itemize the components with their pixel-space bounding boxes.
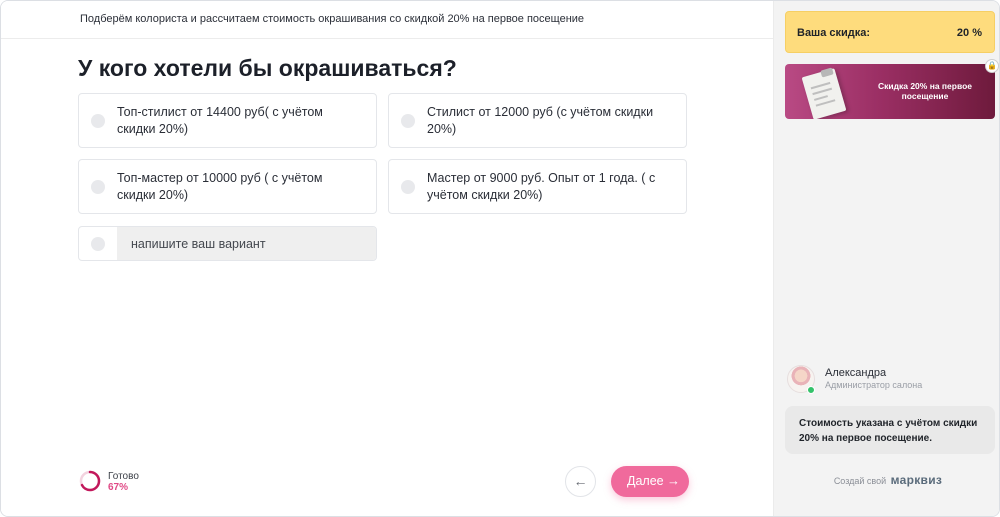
quiz-window: Подберём колориста и рассчитаем стоимост… xyxy=(0,0,1000,517)
discount-card: Ваша скидка: 20 % xyxy=(785,11,995,53)
option-top-stylist[interactable]: Топ-стилист от 14400 руб( с учётом скидк… xyxy=(78,93,377,148)
progress-label: Готово xyxy=(108,471,139,482)
option-custom[interactable] xyxy=(78,226,377,261)
next-button[interactable]: Далее → xyxy=(611,466,689,497)
header: Подберём колориста и рассчитаем стоимост… xyxy=(1,1,773,39)
option-master[interactable]: Мастер от 9000 руб. Опыт от 1 года. ( с … xyxy=(388,159,687,214)
made-with-link[interactable]: Создай свой марквиз xyxy=(774,471,999,489)
lock-icon: 🔒 xyxy=(985,59,999,73)
progress-indicator: Готово 67% xyxy=(79,470,199,494)
header-text: Подберём колориста и рассчитаем стоимост… xyxy=(80,13,585,25)
arrow-right-icon: → xyxy=(667,473,680,488)
next-button-label: Далее xyxy=(627,474,664,488)
question-title: У кого хотели бы окрашиваться? xyxy=(78,55,457,81)
back-button[interactable]: ← xyxy=(565,466,596,497)
radio-icon[interactable] xyxy=(91,180,105,194)
option-label: Топ-мастер от 10000 руб ( с учётом скидк… xyxy=(117,171,323,202)
message-bubble: Стоимость указана с учётом скидки 20% на… xyxy=(785,406,995,454)
discount-value: 20 % xyxy=(956,27,982,39)
custom-answer-input[interactable] xyxy=(117,227,376,260)
sidebar: Ваша скидка: 20 % Скидка 20% на первое п… xyxy=(773,1,999,516)
option-label: Стилист от 12000 руб (с учётом скидки 20… xyxy=(427,105,654,136)
manager-name: Александра xyxy=(825,367,887,379)
radio-icon[interactable] xyxy=(401,114,415,128)
progress-value: 67% xyxy=(108,482,129,493)
brand-logo: марквиз xyxy=(890,473,943,487)
option-stylist[interactable]: Стилист от 12000 руб (с учётом скидки 20… xyxy=(388,93,687,148)
discount-label: Ваша скидка: xyxy=(797,27,871,39)
message-text: Стоимость указана с учётом скидки 20% на… xyxy=(799,418,978,444)
radio-icon[interactable] xyxy=(91,114,105,128)
online-status-icon xyxy=(807,386,815,394)
option-label: Мастер от 9000 руб. Опыт от 1 года. ( с … xyxy=(427,171,656,202)
made-with-text: Создай свой xyxy=(833,476,887,486)
option-label: Топ-стилист от 14400 руб( с учётом скидк… xyxy=(117,105,323,136)
manager-role: Администратор салона xyxy=(825,380,923,390)
option-top-master[interactable]: Топ-мастер от 10000 руб ( с учётом скидк… xyxy=(78,159,377,214)
progress-ring-icon xyxy=(79,470,101,492)
promo-text: Скидка 20% на первое посещение xyxy=(877,81,973,101)
promo-banner: Скидка 20% на первое посещение xyxy=(785,64,995,119)
main-panel: Подберём колориста и рассчитаем стоимост… xyxy=(1,1,773,516)
manager-info: Александра Администратор салона xyxy=(787,365,987,395)
radio-icon[interactable] xyxy=(91,237,105,251)
arrow-left-icon: ← xyxy=(573,473,588,489)
radio-icon[interactable] xyxy=(401,180,415,194)
